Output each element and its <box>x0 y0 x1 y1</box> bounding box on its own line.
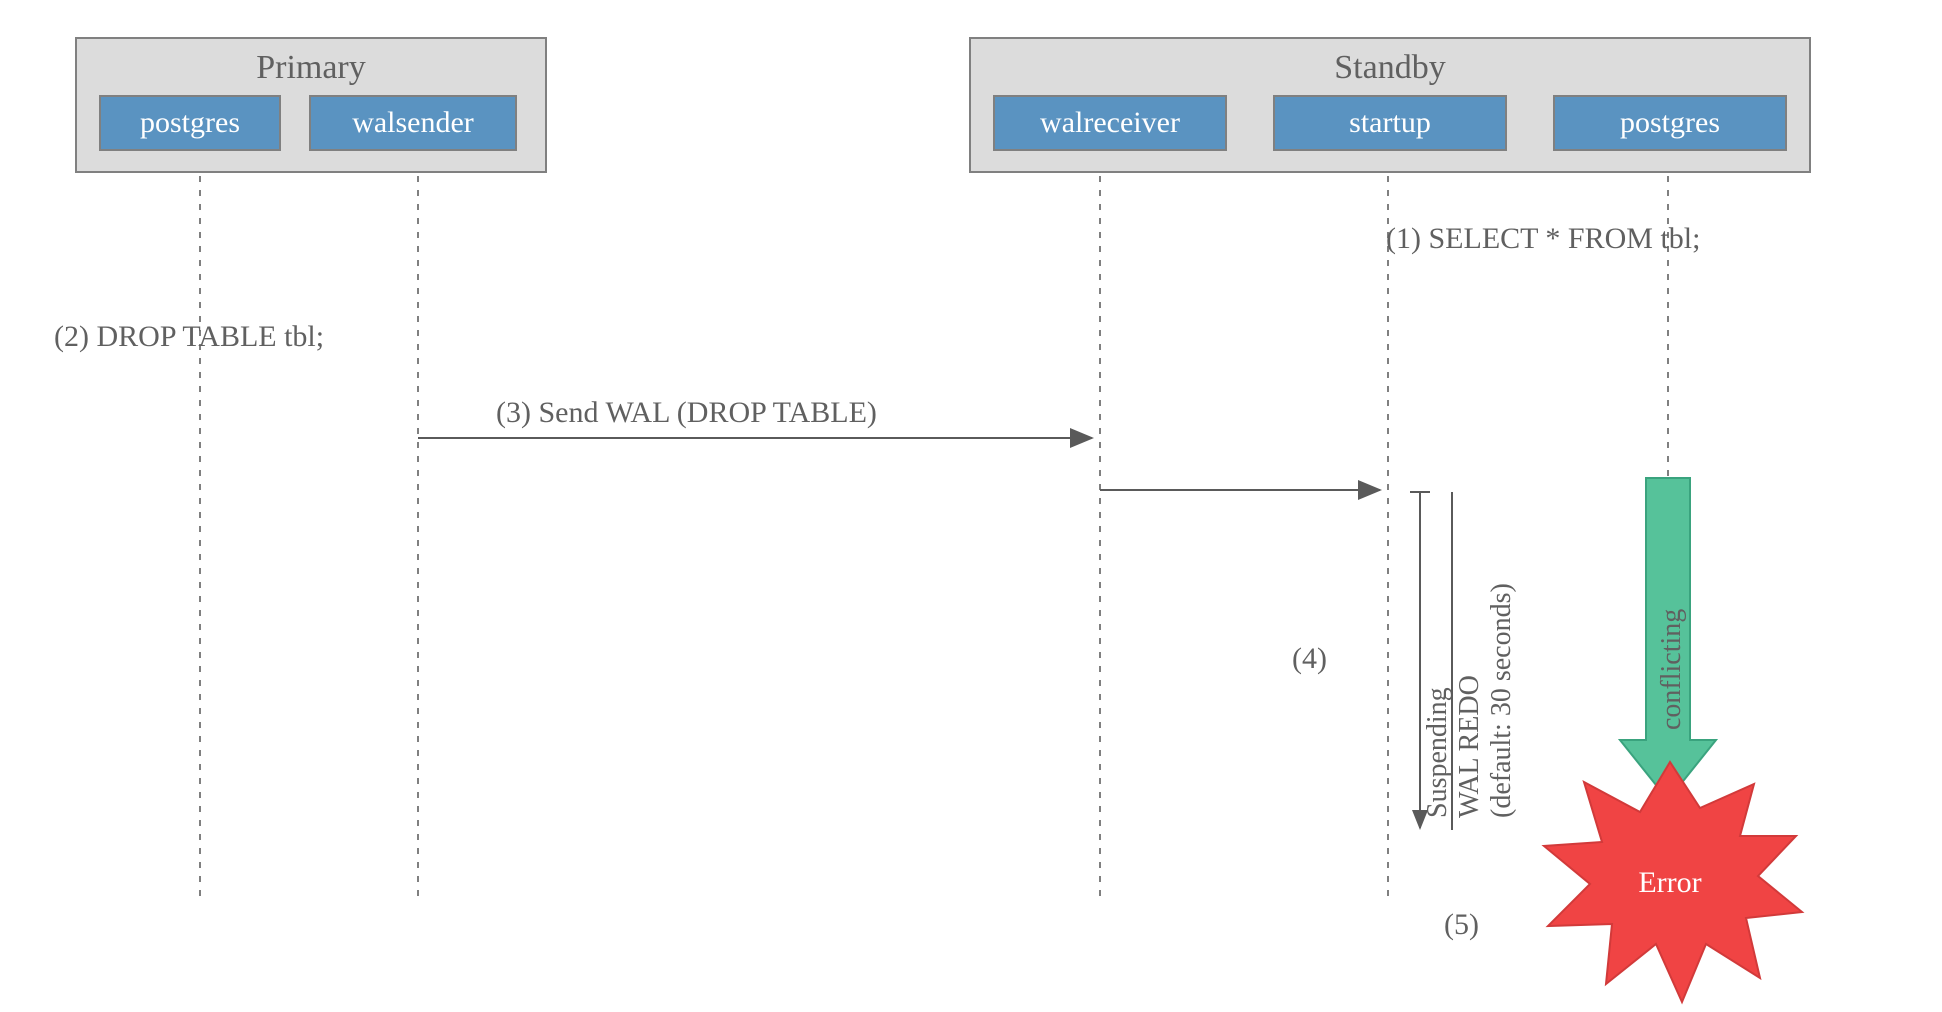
suspend-line1: Suspending <box>1422 687 1453 818</box>
step-2-label: (2) DROP TABLE tbl; <box>54 320 324 353</box>
error-label: Error <box>1638 866 1701 899</box>
suspend-arrow-group: Suspending WAL REDO (default: 30 seconds… <box>1410 492 1517 830</box>
suspend-line2: WAL REDO <box>1454 675 1485 818</box>
standby-box: Standby walreceiver startup postgres <box>970 38 1810 172</box>
step-1-label: (1) SELECT * FROM tbl; <box>1386 222 1700 255</box>
step-4-label: (4) <box>1292 642 1327 675</box>
sequence-diagram: Primary postgres walsender Standby walre… <box>0 0 1942 1012</box>
step-3-label: (3) Send WAL (DROP TABLE) <box>496 396 877 429</box>
primary-postgres-label: postgres <box>140 106 240 139</box>
conflicting-label: conflicting <box>1656 609 1687 730</box>
primary-box: Primary postgres walsender <box>76 38 546 172</box>
step-5-label: (5) <box>1444 908 1479 941</box>
standby-walreceiver-label: walreceiver <box>1040 106 1180 139</box>
standby-title: Standby <box>1334 49 1445 86</box>
primary-title: Primary <box>256 49 366 86</box>
conflicting-arrow: conflicting <box>1620 478 1716 800</box>
suspend-line3: (default: 30 seconds) <box>1486 583 1517 818</box>
standby-postgres-label: postgres <box>1620 106 1720 139</box>
standby-startup-label: startup <box>1349 106 1431 139</box>
error-starburst: Error <box>1544 762 1802 1002</box>
primary-walsender-label: walsender <box>352 106 474 139</box>
